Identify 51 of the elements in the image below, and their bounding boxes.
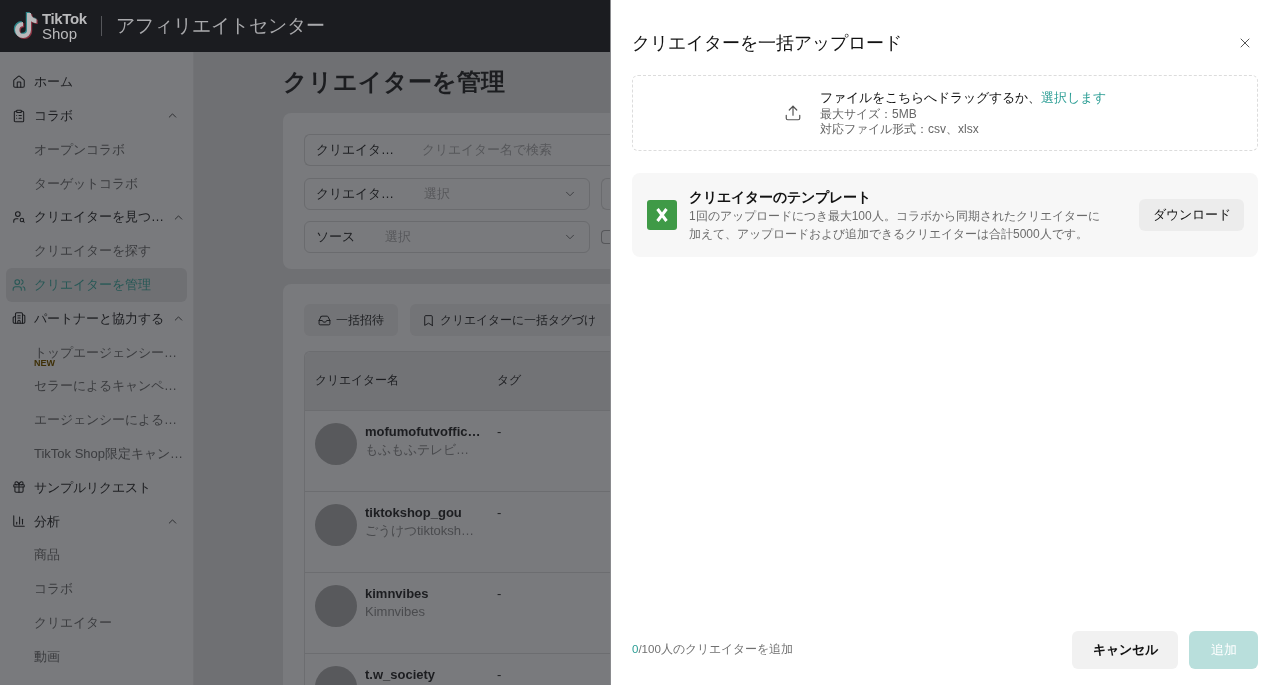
upload-icon xyxy=(784,104,802,122)
sidebar-subitem[interactable]: 動画 xyxy=(6,639,187,674)
sidebar-item[interactable]: パートナーと協力する xyxy=(6,301,187,336)
creator-name[interactable]: mofumofutvoffic… xyxy=(365,423,481,441)
sidebar-item[interactable]: クリエイターを見つ… xyxy=(6,200,187,234)
added-count-text: 0/100人のクリエイターを追加 xyxy=(632,642,793,658)
gift-icon xyxy=(12,480,26,495)
tag-cell: - xyxy=(497,585,502,603)
file-drop-zone[interactable]: ファイルをこちらへドラッグするか、選択します 最大サイズ：5MB 対応ファイル形式：csv、xlsx xyxy=(632,75,1258,151)
column-header: クリエイター名 xyxy=(314,373,400,389)
avatar-placeholder xyxy=(315,423,357,465)
bookmark-icon xyxy=(422,313,435,327)
building-icon xyxy=(12,311,26,326)
creator-name[interactable]: tiktokshop_gou xyxy=(365,504,475,522)
home-icon xyxy=(12,74,26,89)
sidebar-item[interactable]: ホーム xyxy=(6,65,187,99)
new-label: NEW xyxy=(34,359,55,369)
select-file-link[interactable]: 選択します xyxy=(1041,90,1106,105)
sidebar-subitem[interactable]: 商品 xyxy=(6,538,187,572)
template-title: クリエイターのテンプレート xyxy=(689,188,872,207)
tag-cell: - xyxy=(497,666,502,684)
spreadsheet-icon xyxy=(647,200,677,230)
inbox-icon xyxy=(318,313,331,327)
people-icon xyxy=(12,277,26,292)
upload-prompt: ファイルをこちらへドラッグするか、選択します xyxy=(820,89,1106,107)
creator-name[interactable]: t.w_society xyxy=(365,666,436,684)
bar-chart-icon xyxy=(12,514,26,529)
column-header: タグ xyxy=(497,373,521,389)
download-button[interactable]: ダウンロード xyxy=(1139,199,1244,231)
format-note: 対応ファイル形式：csv、xlsx xyxy=(820,122,980,137)
music-note-icon xyxy=(12,11,38,41)
action-button[interactable]: クリエイターに一括タグづけ xyxy=(410,304,610,336)
template-description: 1回のアップロードにつき最大100人。コラボから同期されたクリエイターに加えて、アップロードおよび追加できるクリエイターは合計5000人です。 xyxy=(689,208,1101,243)
app-title: アフィリエイトセンター xyxy=(115,13,325,38)
page-title: クリエイターを管理 xyxy=(283,67,506,97)
sidebar-item[interactable]: 分析 xyxy=(6,504,187,539)
sidebar-subitem[interactable]: TikTok Shop限定キャン… xyxy=(6,436,187,471)
max-size-note: 最大サイズ：5MB xyxy=(820,107,918,122)
tag-cell: - xyxy=(497,423,502,441)
sidebar-item[interactable]: コラボ xyxy=(6,98,187,133)
clipboard-icon xyxy=(12,108,26,123)
person-search-icon xyxy=(12,210,26,225)
avatar-placeholder xyxy=(315,585,357,627)
sidebar-item[interactable]: サンプルリクエスト xyxy=(6,470,187,505)
action-button[interactable]: 一括招待 xyxy=(304,304,398,336)
cancel-button[interactable]: キャンセル xyxy=(1072,631,1178,669)
tag-cell: - xyxy=(497,504,502,522)
logo-wordmark: TikTok Shop xyxy=(42,11,87,41)
drawer-title: クリエイターを一括アップロード xyxy=(632,32,902,55)
avatar-placeholder xyxy=(315,504,357,546)
creator-name[interactable]: kimnvibes xyxy=(365,585,429,603)
